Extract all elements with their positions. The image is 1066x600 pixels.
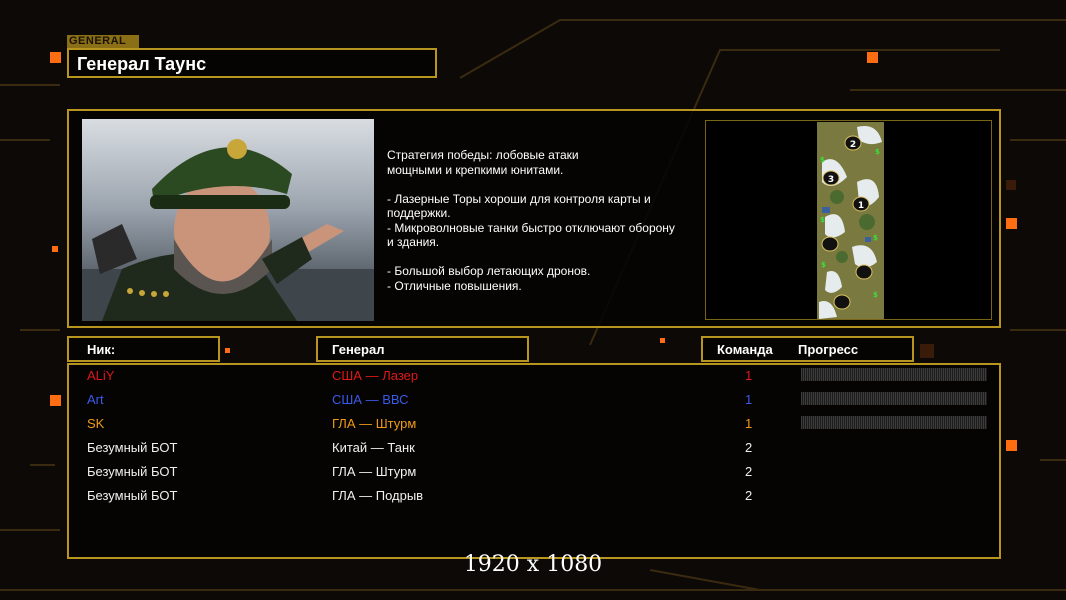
- loading-progress-bar: [801, 416, 987, 429]
- svg-text:$: $: [873, 291, 878, 299]
- player-row: Безумный БОТ Китай — Танк 2: [69, 437, 999, 461]
- loading-progress-bar: [801, 392, 987, 405]
- svg-text:$: $: [820, 216, 825, 224]
- player-nick: Безумный БОТ: [87, 488, 178, 503]
- map-oil-marker: $: [820, 156, 825, 164]
- player-team: 2: [745, 464, 753, 479]
- svg-text:$: $: [875, 148, 880, 156]
- player-nick: Art: [87, 392, 104, 407]
- players-panel: ALiY США — Лазер 1 Art США — ВВС 1 SK ГЛ…: [67, 363, 1001, 559]
- svg-text:$: $: [873, 234, 878, 242]
- map-spawn-label: 1: [858, 201, 864, 211]
- player-general: США — Лазер: [332, 368, 419, 383]
- map-spawn-label: 3: [828, 175, 834, 185]
- player-team: 1: [745, 416, 753, 431]
- player-row: ALiY США — Лазер 1: [69, 365, 999, 389]
- general-name: Генерал Таунс: [77, 54, 207, 74]
- team-progress-header: Команда Прогресс: [701, 336, 914, 362]
- loading-progress-bar: [801, 368, 987, 381]
- general-header: Генерал: [316, 336, 529, 362]
- minimap-frame: 2 3 1 $ $ $ $ $ $: [705, 120, 992, 320]
- player-nick: ALiY: [87, 368, 115, 383]
- player-team: 2: [745, 488, 753, 503]
- general-description: Стратегия победы: лобовые атаки мощными …: [387, 148, 675, 293]
- player-nick: Безумный БОТ: [87, 440, 178, 455]
- player-general: Китай — Танк: [332, 440, 415, 455]
- player-row: SK ГЛА — Штурм 1: [69, 413, 999, 437]
- svg-text:$: $: [821, 261, 826, 269]
- minimap: 2 3 1 $ $ $ $ $ $: [817, 122, 884, 319]
- general-info-panel: Стратегия победы: лобовые атаки мощными …: [67, 109, 1001, 328]
- player-general: ГЛА — Подрыв: [332, 488, 424, 503]
- player-row: Art США — ВВС 1: [69, 389, 999, 413]
- player-general: ГЛА — Штурм: [332, 416, 417, 431]
- player-row: Безумный БОТ ГЛА — Штурм 2: [69, 461, 999, 485]
- nick-header: Ник:: [67, 336, 220, 362]
- map-spawn-label: 2: [850, 140, 856, 150]
- resolution-label: 1920 x 1080: [463, 552, 603, 577]
- player-team: 1: [745, 392, 753, 407]
- player-team: 1: [745, 368, 753, 383]
- player-general: ГЛА — Штурм: [332, 464, 417, 479]
- team-header-label: Команда: [717, 342, 773, 357]
- nick-header-label: Ник:: [87, 342, 116, 357]
- general-header-label: Генерал: [332, 342, 385, 357]
- general-title-box: Генерал Таунс: [67, 48, 437, 78]
- player-team: 2: [745, 440, 753, 455]
- progress-header-label: Прогресс: [798, 342, 859, 357]
- general-portrait: [82, 119, 374, 321]
- player-nick: Безумный БОТ: [87, 464, 178, 479]
- player-nick: SK: [87, 416, 105, 431]
- general-tag: GENERAL: [67, 35, 139, 48]
- player-general: США — ВВС: [332, 392, 409, 407]
- player-row: Безумный БОТ ГЛА — Подрыв 2: [69, 485, 999, 509]
